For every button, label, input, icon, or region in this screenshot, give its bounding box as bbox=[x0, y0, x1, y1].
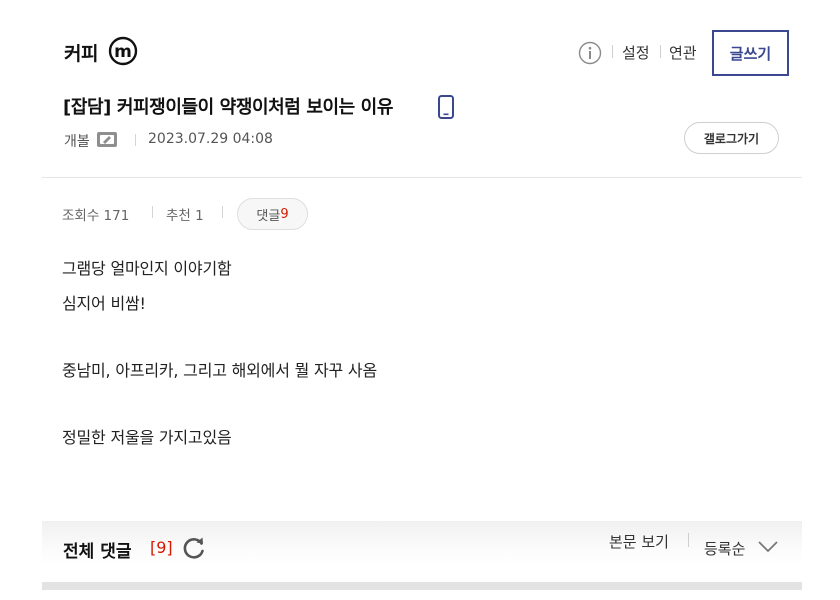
comment-label: 댓글 bbox=[256, 208, 281, 224]
author-nickname[interactable]: 개볼 bbox=[64, 131, 90, 151]
body-text-line: 중남미, 아프리카, 그리고 해외에서 뭘 자꾸 사옴 bbox=[62, 361, 377, 380]
info-icon[interactable] bbox=[578, 41, 602, 65]
header-divider bbox=[660, 45, 661, 58]
header-divider bbox=[612, 45, 613, 58]
all-comments-count: [9] bbox=[150, 538, 173, 557]
all-comments-title: 전체 댓글 bbox=[63, 542, 132, 562]
body-text-line: 정밀한 저울을 가지고있음 bbox=[62, 428, 232, 447]
gallog-button[interactable]: 갤로그가기 bbox=[684, 122, 779, 154]
view-body-link[interactable]: 본문 보기 bbox=[609, 531, 669, 552]
section-divider bbox=[42, 177, 802, 178]
stat-divider bbox=[152, 206, 153, 218]
minor-gallery-badge-icon: m bbox=[108, 36, 138, 66]
gallery-name[interactable]: 커피 bbox=[64, 39, 98, 66]
fixed-nick-icon bbox=[97, 132, 117, 147]
chevron-down-icon[interactable] bbox=[757, 540, 779, 554]
settings-link[interactable]: 설정 bbox=[622, 42, 650, 63]
mobile-icon bbox=[438, 95, 454, 119]
stat-divider bbox=[222, 206, 223, 218]
refresh-icon[interactable] bbox=[181, 535, 207, 561]
related-link[interactable]: 연관 bbox=[669, 42, 697, 63]
write-post-button[interactable]: 글쓰기 bbox=[712, 30, 789, 76]
bottom-divider-strip bbox=[42, 582, 802, 590]
meta-divider bbox=[135, 134, 136, 146]
comment-count-button[interactable]: 댓글 9 bbox=[237, 198, 308, 230]
comment-count: 9 bbox=[280, 206, 289, 222]
body-text-line: 심지어 비쌈! bbox=[62, 294, 146, 313]
badge-letter: m bbox=[114, 42, 132, 62]
comment-bar-divider bbox=[688, 533, 689, 547]
view-count: 조회수 171 bbox=[62, 208, 130, 224]
post-date: 2023.07.29 04:08 bbox=[148, 131, 273, 147]
recommend-count: 추천 1 bbox=[166, 208, 204, 224]
post-title: [잡담] 커피쟁이들이 약쟁이처럼 보이는 이유 bbox=[63, 97, 393, 118]
body-text-line: 그램당 얼마인지 이야기함 bbox=[62, 259, 232, 278]
sort-order-select[interactable]: 등록순 bbox=[704, 538, 745, 559]
